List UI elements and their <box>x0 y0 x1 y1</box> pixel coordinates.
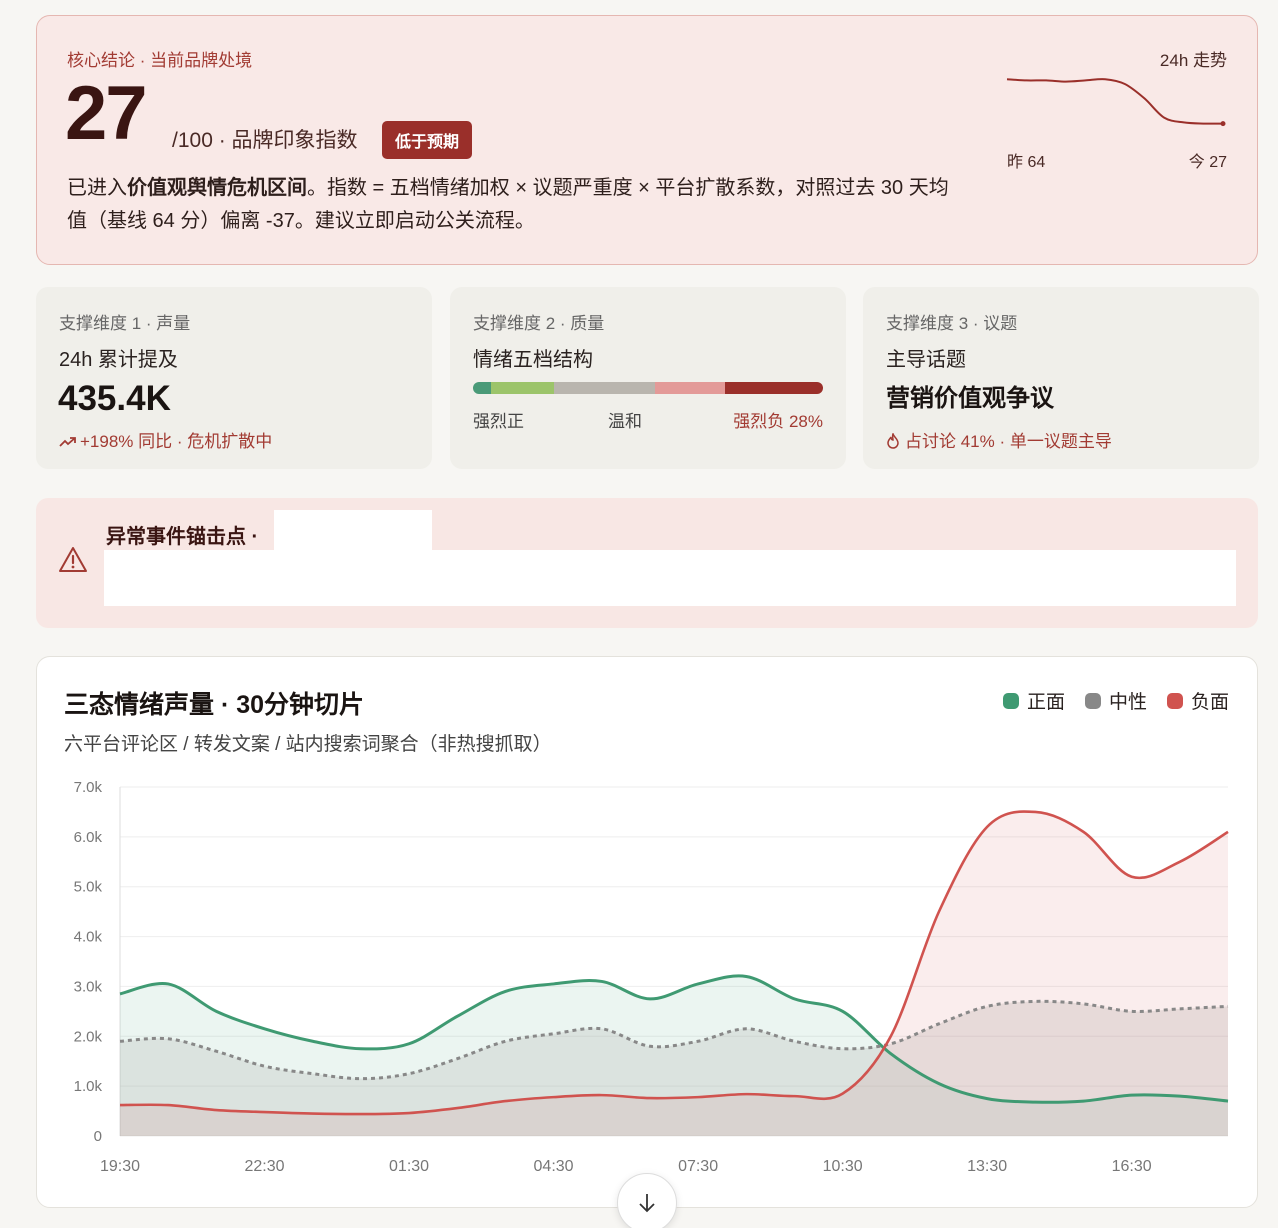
chart-title: 三态情绪声量 · 30分钟切片 <box>64 691 365 719</box>
bar-label-neutral: 温和 <box>608 412 642 431</box>
card-kicker: 支撑维度 3 · 议题 <box>886 314 1018 333</box>
hero-description: 已进入价值观舆情危机区间。指数 = 五档情绪加权 × 议题严重度 × 平台扩散系… <box>67 177 949 232</box>
x-tick-label: 04:30 <box>534 1158 574 1175</box>
warning-icon <box>59 547 87 572</box>
sentiment-segment-1 <box>490 382 554 394</box>
sentiment-segment-3 <box>655 382 725 394</box>
trend-sparkline <box>1006 78 1226 127</box>
x-tick-label: 01:30 <box>389 1158 429 1175</box>
status-badge: 低于预期 <box>382 121 473 159</box>
bar-label-strong-negative: 强烈负 28% <box>733 412 823 431</box>
x-tick-label: 22:30 <box>244 1158 284 1175</box>
bar-label-strong-positive: 强烈正 <box>473 412 524 431</box>
dominant-topic: 营销价值观争议 <box>886 385 1054 412</box>
mention-count: 435.4K <box>58 379 171 418</box>
card-kicker: 支撑维度 1 · 声量 <box>59 314 191 333</box>
brand-index-hero: 核心结论 · 当前品牌处境 27 /100 · 品牌印象指数 低于预期 已进入价… <box>36 15 1258 265</box>
sentiment-segment-4 <box>725 382 823 394</box>
y-tick-label: 1.0k <box>74 1078 103 1095</box>
y-tick-label: 3.0k <box>74 978 103 995</box>
hero-kicker: 核心结论 · 当前品牌处境 <box>67 51 253 70</box>
sentiment-segment-0 <box>473 382 491 394</box>
volume-card: 支撑维度 1 · 声量 24h 累计提及 435.4K +198% 同比 · 危… <box>36 287 432 469</box>
sentiment-segment-2 <box>553 382 655 394</box>
trend-start-label: 昨 64 <box>1007 154 1046 171</box>
x-tick-label: 07:30 <box>678 1158 718 1175</box>
scroll-down-button[interactable] <box>617 1173 677 1228</box>
card-kicker: 支撑维度 2 · 质量 <box>473 314 605 333</box>
y-tick-label: 0 <box>94 1128 102 1145</box>
legend-swatch <box>1002 692 1019 709</box>
x-tick-label: 10:30 <box>823 1158 863 1175</box>
quality-card: 支撑维度 2 · 质量 情绪五档结构 强烈正 温和 强烈负 28% <box>450 287 846 469</box>
trend-end-point <box>1220 121 1226 127</box>
sentiment-volume-chart-card: 0 1.0k 2.0k 3.0k 4.0k 5.0k 6.0k 7.0k 19:30 22:30 0… <box>36 656 1258 1208</box>
alert-title: 异常事件锚击点 · <box>106 526 259 548</box>
brand-score: 27 <box>65 71 148 156</box>
redacted-block <box>274 510 432 552</box>
x-tick-label: 13:30 <box>967 1158 1007 1175</box>
redacted-block <box>104 550 1236 606</box>
trend-end-label: 今 27 <box>1188 154 1227 171</box>
card-subtitle: 主导话题 <box>886 349 966 371</box>
card-subtitle: 情绪五档结构 <box>473 349 593 371</box>
x-tick-label: 16:30 <box>1112 1158 1152 1175</box>
y-tick-label: 2.0k <box>74 1028 103 1045</box>
volume-growth-note: +198% 同比 · 危机扩散中 <box>59 427 272 452</box>
y-tick-label: 6.0k <box>74 829 103 846</box>
legend-neutral[interactable]: 中性 <box>1084 687 1147 714</box>
y-tick-label: 7.0k <box>74 779 103 796</box>
y-tick-label: 4.0k <box>74 929 103 946</box>
y-tick-label: 5.0k <box>74 879 103 896</box>
trending-up-icon <box>59 437 76 447</box>
legend-positive[interactable]: 正面 <box>1002 687 1065 714</box>
legend-swatch <box>1084 692 1101 709</box>
anomaly-alert: 异常事件锚击点 · <box>36 498 1258 628</box>
topic-share-note: 占讨论 41% · 单一议题主导 <box>886 427 1112 452</box>
chart-subtitle: 六平台评论区 / 转发文案 / 站内搜索词聚合（非热搜抓取） <box>64 734 552 755</box>
trend-line <box>1006 78 1224 125</box>
flame-icon <box>887 432 899 449</box>
chart-legend: 正面 中性 负面 <box>1002 687 1229 714</box>
legend-negative[interactable]: 负面 <box>1166 687 1229 714</box>
card-subtitle: 24h 累计提及 <box>59 349 178 371</box>
x-tick-label: 19:30 <box>100 1158 140 1175</box>
arrow-down-icon <box>639 1194 655 1213</box>
score-unit: /100 · 品牌印象指数 <box>172 129 358 152</box>
sentiment-structure-bar <box>473 382 823 394</box>
legend-swatch <box>1166 692 1183 709</box>
topic-card: 支撑维度 3 · 议题 主导话题 营销价值观争议 占讨论 41% · 单一议题主… <box>863 287 1259 469</box>
